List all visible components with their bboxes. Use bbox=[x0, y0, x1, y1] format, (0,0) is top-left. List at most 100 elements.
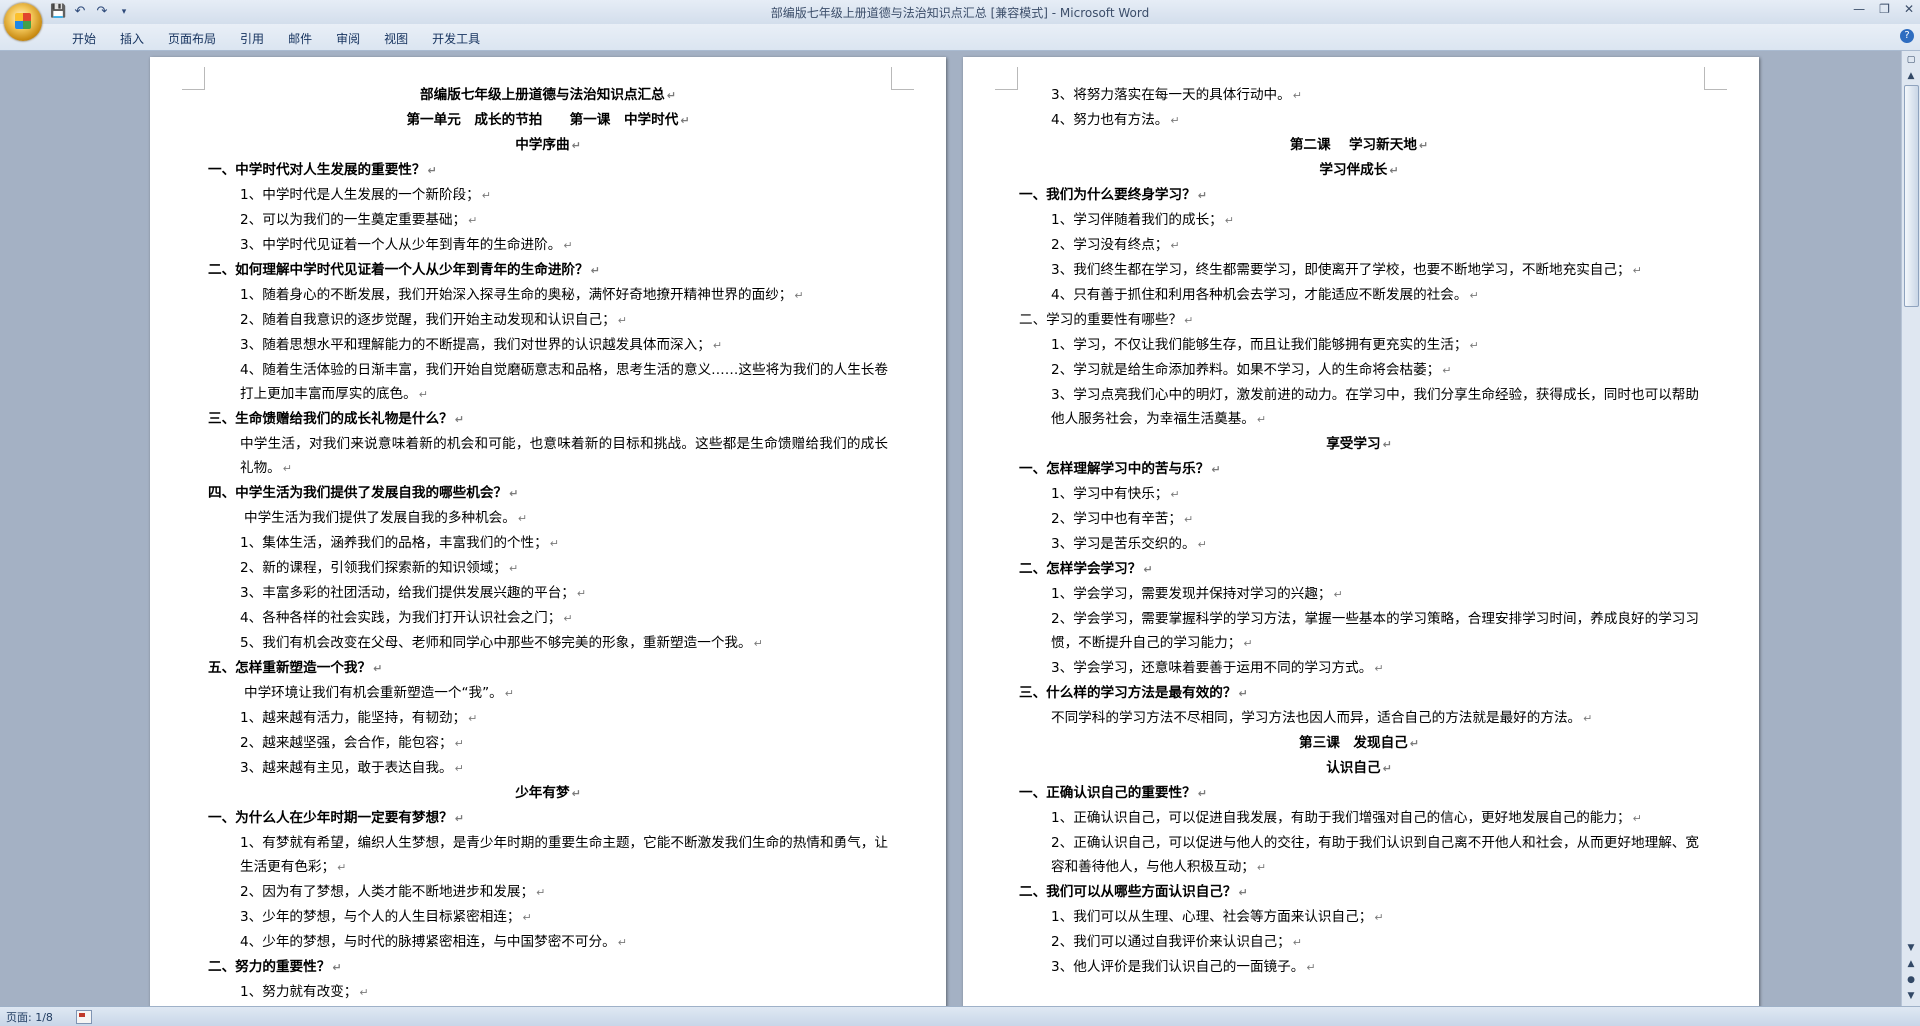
ribbon-tabs: 开始 插入 页面布局 引用 邮件 审阅 视图 开发工具 bbox=[60, 30, 492, 47]
paragraph-mark-icon: ↵ bbox=[590, 264, 600, 277]
ribbon-tab[interactable]: 开始 bbox=[60, 30, 108, 47]
close-icon[interactable]: ✕ bbox=[1904, 2, 1914, 16]
paragraph: 4、努力也有方法。 ↵ bbox=[1019, 108, 1699, 133]
ribbon-tab[interactable]: 引用 bbox=[228, 30, 276, 47]
next-page-icon[interactable]: ▼ bbox=[1904, 989, 1918, 1003]
paragraph-mark-icon: ↵ bbox=[1292, 89, 1302, 102]
paragraph-mark-icon: ↵ bbox=[1333, 588, 1343, 601]
restore-icon[interactable]: ❐ bbox=[1879, 2, 1890, 16]
paragraph-mark-icon: ↵ bbox=[1382, 762, 1392, 775]
page-2[interactable]: 3、将努力落实在每一天的具体行动中。 ↵ 4、努力也有方法。 ↵ 第二课 学习新天地 ↵ 学… bbox=[963, 57, 1759, 1006]
paragraph: 3、学习是苦乐交织的。 ↵ bbox=[1019, 532, 1699, 557]
paragraph-text: 三、生命馈赠给我们的成长礼物是什么？ bbox=[208, 411, 453, 427]
paragraph-text: 1、越来越有活力，能坚持，有韧劲； bbox=[240, 710, 467, 726]
paragraph-text: 3、越来越有主见，敢于表达自我。 bbox=[240, 760, 453, 776]
office-button[interactable] bbox=[4, 3, 42, 41]
scroll-up-icon[interactable]: ▲ bbox=[1904, 69, 1918, 83]
ribbon-tab[interactable]: 开发工具 bbox=[420, 30, 492, 47]
paragraph-text: 1、中学时代是人生发展的一个新阶段； bbox=[240, 187, 480, 203]
paragraph-mark-icon: ↵ bbox=[1211, 463, 1221, 476]
page-1[interactable]: 部编版七年级上册道德与法治知识点汇总 ↵ 第一单元 成长的节拍 第一课 中学时代 ↵ 中… bbox=[150, 57, 946, 1006]
paragraph-text: 2、学习中也有辛苦； bbox=[1051, 511, 1182, 527]
paragraph-text: 认识自己 bbox=[1326, 760, 1381, 776]
paragraph-text: 4、各种各样的社会实践，为我们打开认识社会之门； bbox=[240, 610, 562, 626]
previous-page-icon[interactable]: ▲ bbox=[1904, 957, 1918, 971]
paragraph-text: 4、少年的梦想，与时代的脉搏紧密相连，与中国梦密不可分。 bbox=[240, 934, 616, 950]
paragraph-text: 中学生活为我们提供了发展自我的多种机会。 bbox=[244, 510, 516, 526]
paragraph-mark-icon: ↵ bbox=[1469, 289, 1479, 302]
scroll-thumb[interactable] bbox=[1904, 85, 1919, 307]
question-heading: 一、怎样理解学习中的苦与乐？ ↵ bbox=[1019, 457, 1699, 482]
paragraph: 1、越来越有活力，能坚持，有韧劲； ↵ bbox=[208, 706, 888, 731]
minimize-icon[interactable]: — bbox=[1853, 2, 1865, 16]
vertical-scrollbar[interactable]: ▢ ▲ ▼ ▲ ● ▼ bbox=[1901, 51, 1920, 1006]
paragraph-mark-icon: ↵ bbox=[1197, 189, 1207, 202]
paragraph-text: 一、中学时代对人生发展的重要性？ bbox=[208, 162, 426, 178]
paragraph-text: 一、为什么人在少年时期一定要有梦想？ bbox=[208, 810, 453, 826]
paragraph: 1、我们可以从生理、心理、社会等方面来认识自己； ↵ bbox=[1019, 905, 1699, 930]
paragraph-mark-icon: ↵ bbox=[454, 737, 464, 750]
paragraph-text: 五、怎样重新塑造一个我？ bbox=[208, 660, 372, 676]
paragraph-mark-icon: ↵ bbox=[1374, 911, 1384, 924]
paragraph: 1、正确认识自己，可以促进自我发展，有助于我们增强对自己的信心，更好地发展自己的… bbox=[1019, 806, 1699, 831]
paragraph-text: 3、少年的梦想，与个人的人生目标紧密相连； bbox=[240, 909, 521, 925]
crop-mark-top-left bbox=[995, 67, 1018, 90]
paragraph-mark-icon: ↵ bbox=[454, 762, 464, 775]
paragraph-text: 学习伴成长 bbox=[1319, 162, 1388, 178]
paragraph-text: 中学环境让我们有机会重新塑造一个“我”。 bbox=[244, 685, 503, 701]
paragraph-mark-icon: ↵ bbox=[1170, 239, 1180, 252]
paragraph: 1、中学时代是人生发展的一个新阶段； ↵ bbox=[208, 183, 888, 208]
help-icon[interactable]: ? bbox=[1900, 29, 1914, 43]
window-title: 部编版七年级上册道德与法治知识点汇总 [兼容模式] - Microsoft Wo… bbox=[770, 6, 1150, 20]
paragraph: 1、学习，不仅让我们能够生存，而且让我们能够拥有更充实的生活； ↵ bbox=[1019, 333, 1699, 358]
paragraph-text: 1、学习伴随着我们的成长； bbox=[1051, 212, 1223, 228]
paragraph-mark-icon: ↵ bbox=[522, 911, 532, 924]
ribbon-tab[interactable]: 审阅 bbox=[324, 30, 372, 47]
ribbon-tab[interactable]: 邮件 bbox=[276, 30, 324, 47]
paragraph-text: 2、正确认识自己，可以促进与他人的交往，有助于我们认识到自己离不开他人和社会，从… bbox=[1051, 835, 1699, 875]
ribbon-tab[interactable]: 页面布局 bbox=[156, 30, 228, 47]
page-number-indicator[interactable]: 页面: 1/8 bbox=[6, 1009, 53, 1025]
paragraph-text: 二、努力的重要性？ bbox=[208, 959, 331, 975]
paragraph-mark-icon: ↵ bbox=[1243, 637, 1253, 650]
page-1-content[interactable]: 部编版七年级上册道德与法治知识点汇总 ↵ 第一单元 成长的节拍 第一课 中学时代 ↵ 中… bbox=[208, 83, 888, 1006]
paragraph-mark-icon: ↵ bbox=[1256, 413, 1267, 426]
paragraph-mark-icon: ↵ bbox=[1583, 712, 1593, 725]
paragraph-text: 2、学习就是给生命添加养料。如果不学习，人的生命将会枯萎； bbox=[1051, 362, 1441, 378]
paragraph-mark-icon: ↵ bbox=[1382, 438, 1392, 451]
paragraph-text: 二、怎样学会学习？ bbox=[1019, 561, 1142, 577]
paragraph-text: 1、学习中有快乐； bbox=[1051, 486, 1169, 502]
ribbon-tab[interactable]: 插入 bbox=[108, 30, 156, 47]
paragraph-mark-icon: ↵ bbox=[1184, 314, 1194, 327]
browse-object-icon[interactable]: ● bbox=[1904, 973, 1918, 987]
section-heading: 学习伴成长 ↵ bbox=[1019, 158, 1699, 183]
question-heading: 一、我们为什么要终身学习？ ↵ bbox=[1019, 183, 1699, 208]
section-heading: 部编版七年级上册道德与法治知识点汇总 ↵ bbox=[208, 83, 888, 108]
page-2-content[interactable]: 3、将努力落实在每一天的具体行动中。 ↵ 4、努力也有方法。 ↵ 第二课 学习新天地 ↵ 学… bbox=[1019, 83, 1699, 980]
scroll-down-icon[interactable]: ▼ bbox=[1904, 941, 1918, 955]
paragraph-text: 2、越来越坚强，会合作，能包容； bbox=[240, 735, 453, 751]
paragraph-mark-icon: ↵ bbox=[1389, 164, 1399, 177]
paragraph: 2、越来越坚强，会合作，能包容； ↵ bbox=[208, 731, 888, 756]
paragraph-text: 2、学习没有终点； bbox=[1051, 237, 1169, 253]
ribbon-tab[interactable]: 视图 bbox=[372, 30, 420, 47]
paragraph-text: 第二课 学习新天地 bbox=[1289, 137, 1417, 153]
paragraph-text: 3、丰富多彩的社团活动，给我们提供发展兴趣的平台； bbox=[240, 585, 575, 601]
ruler-toggle-icon[interactable]: ▢ bbox=[1904, 53, 1918, 67]
document-area[interactable]: 部编版七年级上册道德与法治知识点汇总 ↵ 第一单元 成长的节拍 第一课 中学时代 ↵ 中… bbox=[0, 51, 1902, 1006]
paragraph-mark-icon: ↵ bbox=[1442, 364, 1452, 377]
paragraph: 4、各种各样的社会实践，为我们打开认识社会之门； ↵ bbox=[208, 606, 888, 631]
proofing-icon[interactable] bbox=[76, 1010, 92, 1024]
paragraph-text: 一、正确认识自己的重要性？ bbox=[1019, 785, 1196, 801]
paragraph-mark-icon: ↵ bbox=[1184, 513, 1194, 526]
paragraph-mark-icon: ↵ bbox=[1143, 563, 1153, 576]
paragraph-text: 三、什么样的学习方法是最有效的？ bbox=[1019, 685, 1237, 701]
paragraph-mark-icon: ↵ bbox=[359, 986, 369, 999]
paragraph: 中学环境让我们有机会重新塑造一个“我”。 ↵ bbox=[208, 681, 888, 706]
paragraph-text: 一、我们为什么要终身学习？ bbox=[1019, 187, 1196, 203]
paragraph: 4、少年的梦想，与时代的脉搏紧密相连，与中国梦密不可分。 ↵ bbox=[208, 930, 888, 955]
paragraph-mark-icon: ↵ bbox=[454, 812, 464, 825]
paragraph-text: 二、我们可以从哪些方面认识自己？ bbox=[1019, 884, 1237, 900]
paragraph-text: 3、我们终生都在学习，终生都需要学习，即使离开了学校，也要不断地学习，不断地充实… bbox=[1051, 262, 1631, 278]
paragraph: 3、中学时代见证着一个人从少年到青年的生命进阶。 ↵ bbox=[208, 233, 888, 258]
